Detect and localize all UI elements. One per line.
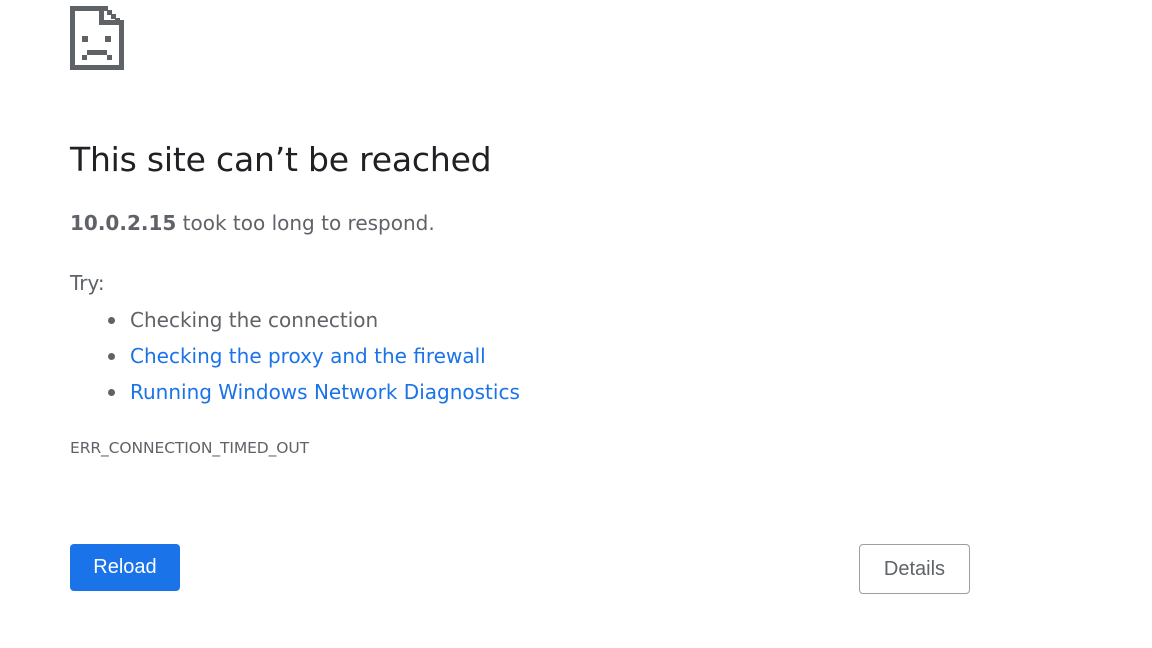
sad-page-icon	[70, 6, 124, 70]
try-label: Try:	[70, 271, 105, 295]
bullet-icon	[108, 353, 115, 360]
error-summary: 10.0.2.15 took too long to respond.	[70, 211, 435, 235]
error-code: ERR_CONNECTION_TIMED_OUT	[70, 439, 310, 457]
list-item: Checking the proxy and the firewall	[70, 338, 520, 374]
suggestion-check-proxy-link[interactable]: Checking the proxy and the firewall	[130, 344, 486, 368]
suggestion-check-connection: Checking the connection	[130, 308, 379, 332]
error-page: This site can’t be reached 10.0.2.15 too…	[0, 0, 1152, 648]
page-title: This site can’t be reached	[70, 140, 492, 179]
suggestions-list: Checking the connection Checking the pro…	[70, 302, 520, 410]
details-button[interactable]: Details	[859, 544, 970, 594]
suggestion-network-diagnostics-link[interactable]: Running Windows Network Diagnostics	[130, 380, 520, 404]
bullet-icon	[108, 389, 115, 396]
list-item: Checking the connection	[70, 302, 520, 338]
bullet-icon	[108, 317, 115, 324]
host-address: 10.0.2.15	[70, 211, 177, 235]
reload-button[interactable]: Reload	[70, 544, 180, 591]
summary-text: took too long to respond.	[176, 211, 435, 235]
list-item: Running Windows Network Diagnostics	[70, 374, 520, 410]
